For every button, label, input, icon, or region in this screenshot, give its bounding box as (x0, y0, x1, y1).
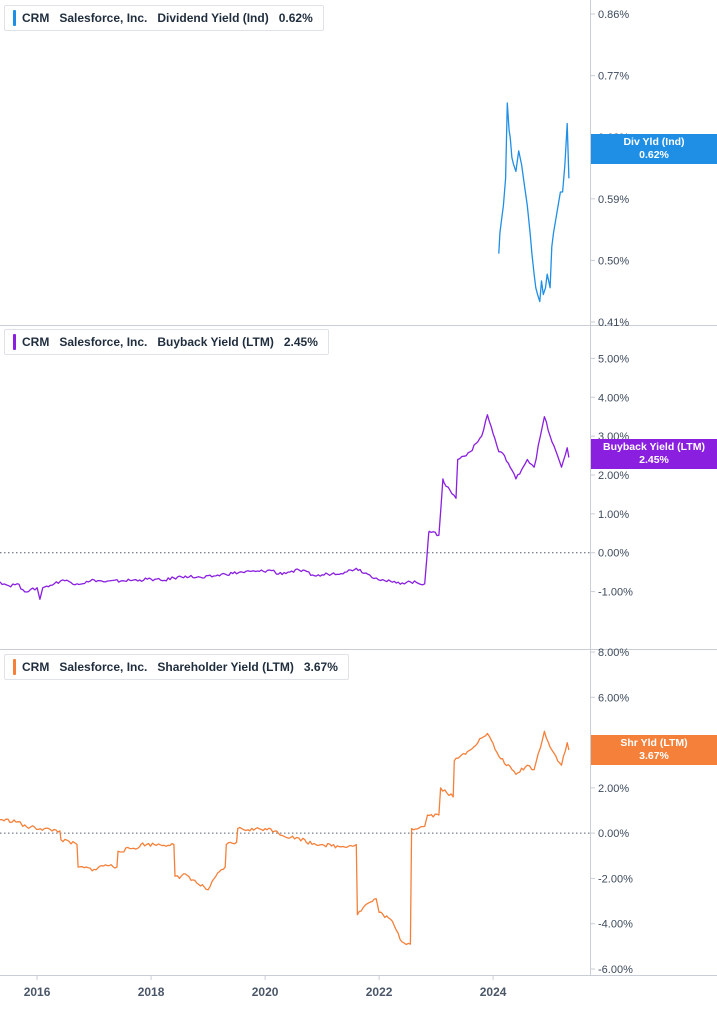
buyback-yield-series-line-0 (0, 414, 570, 600)
buyback-yield-legend-metric: Buyback Yield (LTM) (157, 335, 274, 349)
dividend-yield-series-line-0 (498, 102, 570, 303)
x-tick-label: 2022 (366, 985, 393, 999)
buyback-yield-y-tick-label: 4.00% (598, 392, 629, 404)
shareholder-yield-value-tag: Shr Yld (LTM) 3.67% (591, 735, 717, 765)
x-tick-label: 2024 (480, 985, 507, 999)
buyback-yield-y-tick-label: 5.00% (598, 353, 629, 365)
shareholder-yield-legend-value: 3.67% (303, 660, 338, 674)
buyback-yield-tag-value: 2.45% (639, 454, 669, 466)
shareholder-yield-y-tick-label: -2.00% (598, 873, 633, 885)
dividend-yield-y-tick-label: 0.77% (598, 71, 629, 83)
buyback-yield-tag-label: Buyback Yield (LTM) (603, 441, 705, 453)
buyback-yield-value-tag: Buyback Yield (LTM) 2.45% (591, 439, 717, 469)
dividend-yield-legend-metric: Dividend Yield (Ind) (157, 11, 269, 25)
buyback-yield-legend-swatch (13, 334, 16, 350)
dividend-yield-legend-ticker: CRM (22, 11, 50, 25)
buyback-yield-legend-ticker: CRM (22, 335, 50, 349)
buyback-yield-y-tick-label: -1.00% (598, 587, 633, 599)
shareholder-yield-legend-ticker: CRM (22, 660, 50, 674)
shareholder-yield-legend: CRM Salesforce, Inc. Shareholder Yield (… (4, 654, 349, 680)
shareholder-yield-y-tick-label: 8.00% (598, 647, 629, 659)
shareholder-yield-y-tick-label: -6.00% (598, 964, 633, 976)
buyback-yield-legend: CRM Salesforce, Inc. Buyback Yield (LTM)… (4, 329, 329, 355)
shareholder-yield-y-tick-label: -4.00% (598, 919, 633, 931)
dividend-yield-y-tick-label: 0.41% (598, 317, 629, 329)
dividend-yield-legend: CRM Salesforce, Inc. Dividend Yield (Ind… (4, 5, 324, 31)
buyback-yield-legend-value: 2.45% (283, 335, 318, 349)
dividend-yield-legend-value: 0.62% (278, 11, 313, 25)
buyback-yield-y-tick-label: 0.00% (598, 548, 629, 560)
dividend-yield-tag-label: Div Yld (Ind) (623, 136, 685, 148)
dividend-yield-legend-company: Salesforce, Inc. (59, 11, 148, 25)
x-tick-label: 2016 (24, 985, 51, 999)
buyback-yield-y-tick-label: 1.00% (598, 509, 629, 521)
chart-stage: 0.86%0.77%0.68%0.59%0.50%0.41%5.00%4.00%… (0, 0, 717, 1005)
shareholder-yield-y-tick-label: 0.00% (598, 828, 629, 840)
shareholder-yield-y-tick-label: 2.00% (598, 783, 629, 795)
buyback-yield-legend-company: Salesforce, Inc. (59, 335, 148, 349)
buyback-yield-y-tick-label: 2.00% (598, 470, 629, 482)
dividend-yield-tag-value: 0.62% (639, 149, 669, 161)
dividend-yield-y-tick-label: 0.86% (598, 9, 629, 21)
dividend-yield-y-tick-label: 0.50% (598, 255, 629, 267)
x-tick-label: 2018 (138, 985, 165, 999)
shareholder-yield-y-tick-label: 6.00% (598, 692, 629, 704)
dividend-yield-legend-swatch (13, 10, 16, 26)
x-tick-label: 2020 (252, 985, 279, 999)
shareholder-yield-tag-label: Shr Yld (LTM) (620, 737, 688, 749)
shareholder-yield-legend-company: Salesforce, Inc. (59, 660, 148, 674)
shareholder-yield-legend-swatch (13, 659, 16, 675)
shareholder-yield-tag-value: 3.67% (639, 750, 669, 762)
dividend-yield-value-tag: Div Yld (Ind) 0.62% (591, 134, 717, 164)
dividend-yield-y-tick-label: 0.59% (598, 194, 629, 206)
shareholder-yield-legend-metric: Shareholder Yield (LTM) (157, 660, 294, 674)
shareholder-yield-series-line-0 (0, 730, 570, 946)
